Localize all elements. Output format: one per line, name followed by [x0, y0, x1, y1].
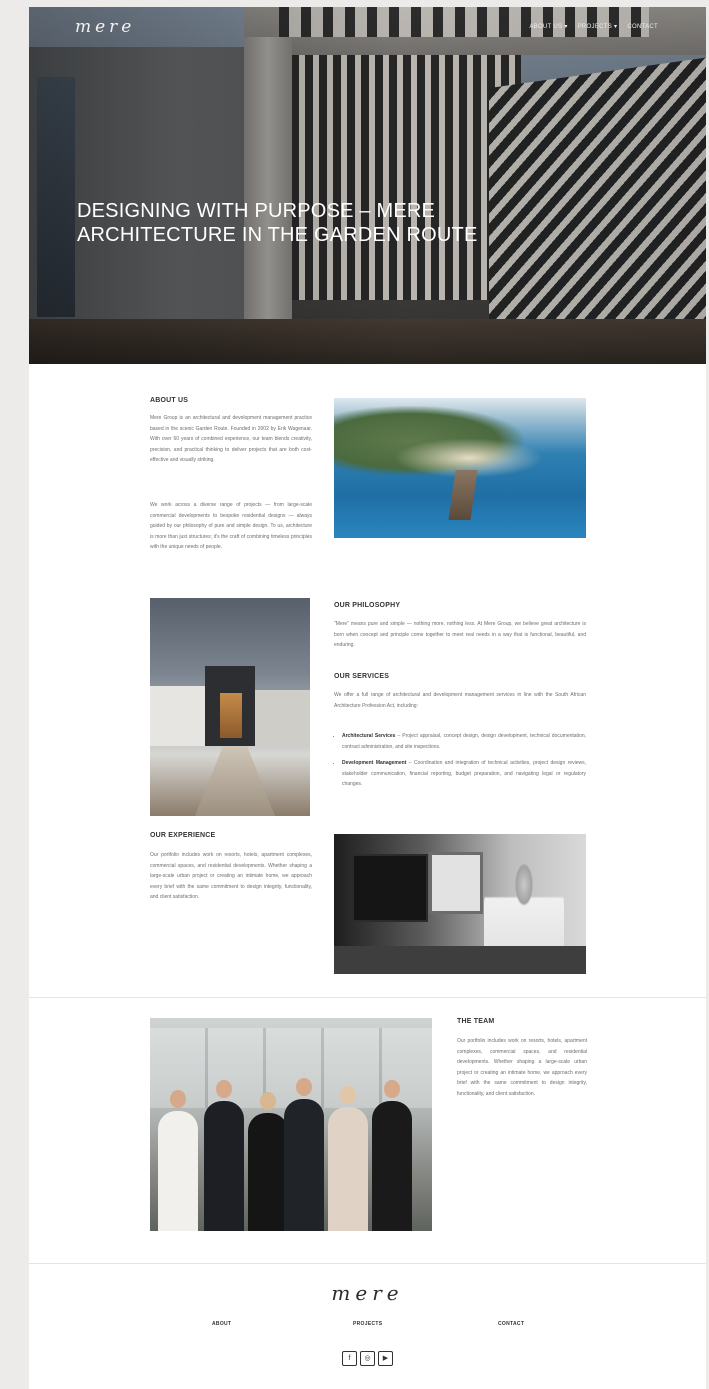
about-paragraph-1: Mere Group is an architectural and devel… — [150, 415, 312, 463]
resort-aerial-image — [334, 398, 586, 538]
about-paragraph-2: We work across a diverse range of projec… — [150, 502, 312, 550]
team-heading: THE TEAM — [457, 1018, 495, 1025]
house-exterior-image — [150, 598, 310, 816]
hero-title: DESIGNING WITH PURPOSE – MERE ARCHITECTU… — [77, 200, 478, 246]
services-heading: OUR SERVICES — [334, 673, 390, 680]
page: mere ABOUT US ▾ PROJECTS ▾ CONTACT DESIGNI… — [29, 7, 706, 1389]
footer-logo[interactable]: mere — [29, 1281, 706, 1305]
philosophy-heading: OUR PHILOSOPHY — [334, 602, 401, 609]
youtube-icon[interactable]: ▶ — [378, 1351, 393, 1366]
instagram-icon[interactable]: ◎ — [360, 1351, 375, 1366]
hero-banner: mere ABOUT US ▾ PROJECTS ▾ CONTACT DESIGNI… — [29, 7, 706, 364]
main-nav: ABOUT US ▾ PROJECTS ▾ CONTACT — [529, 23, 658, 31]
site-logo[interactable]: mere — [75, 17, 135, 37]
list-item: Development Management – Coordination an… — [342, 758, 586, 790]
team-text: Our portfolio includes work on resorts, … — [457, 1038, 587, 1097]
experience-heading: OUR EXPERIENCE — [150, 832, 216, 839]
services-intro: We offer a full range of architectural a… — [334, 692, 586, 709]
philosophy-text: "Mere" means pure and simple — nothing m… — [334, 621, 586, 648]
list-item: Architectural Services – Project apprais… — [342, 731, 586, 752]
director-office-photo — [334, 834, 586, 974]
nav-about-us[interactable]: ABOUT US ▾ — [529, 23, 568, 31]
chevron-down-icon: ▾ — [564, 24, 568, 30]
experience-text: Our portfolio includes work on resorts, … — [150, 852, 312, 900]
chevron-down-icon: ▾ — [614, 24, 618, 30]
facebook-icon[interactable]: f — [342, 1351, 357, 1366]
footer-link-about[interactable]: ABOUT — [212, 1321, 231, 1327]
section-divider — [29, 997, 706, 998]
social-links: f ◎ ▶ — [342, 1351, 393, 1366]
footer-link-projects[interactable]: PROJECTS — [353, 1321, 382, 1327]
services-list: Architectural Services – Project apprais… — [334, 731, 586, 796]
footer-link-contact[interactable]: CONTACT — [498, 1321, 524, 1327]
about-heading: ABOUT US — [150, 397, 189, 404]
nav-contact[interactable]: CONTACT — [627, 23, 658, 30]
team-photo — [150, 1018, 432, 1231]
footer-divider — [29, 1263, 706, 1264]
nav-projects[interactable]: PROJECTS ▾ — [578, 23, 618, 31]
